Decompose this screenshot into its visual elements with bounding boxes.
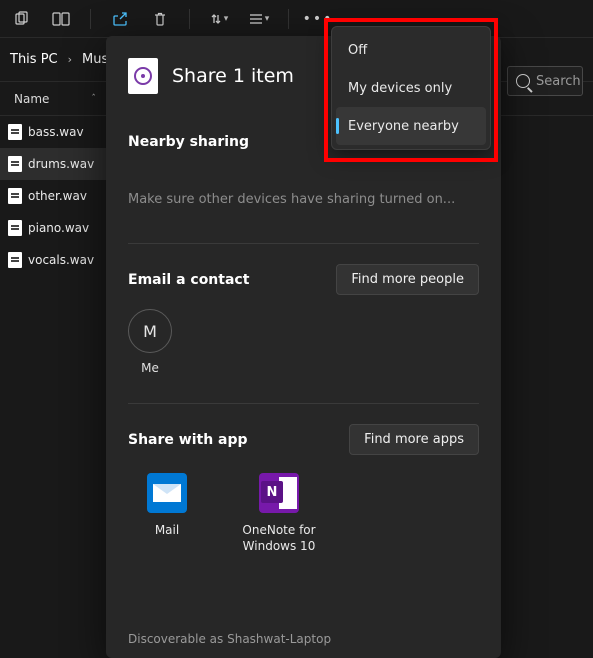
onenote-icon: N xyxy=(259,473,299,513)
find-more-apps-button[interactable]: Find more apps xyxy=(349,424,479,455)
breadcrumb-item[interactable]: This PC xyxy=(10,52,58,67)
column-name-header[interactable]: Name xyxy=(14,92,49,106)
file-icon xyxy=(8,188,22,204)
dropdown-item-my-devices[interactable]: My devices only xyxy=(336,69,486,107)
sort-icon[interactable]: ▾ xyxy=(208,8,230,30)
search-input[interactable]: Search xyxy=(507,66,583,96)
contact-me[interactable]: M Me xyxy=(128,309,172,375)
file-item[interactable]: vocals.wav xyxy=(0,244,106,276)
view-icon[interactable]: ▾ xyxy=(248,8,270,30)
file-item[interactable]: bass.wav xyxy=(0,116,106,148)
divider xyxy=(128,403,479,404)
file-icon xyxy=(8,156,22,172)
file-icon xyxy=(8,220,22,236)
app-onenote[interactable]: N OneNote for Windows 10 xyxy=(240,473,318,554)
file-name: piano.wav xyxy=(28,221,89,235)
search-icon xyxy=(516,74,530,88)
file-item[interactable]: other.wav xyxy=(0,180,106,212)
nearby-hint: Make sure other devices have sharing tur… xyxy=(128,192,479,207)
file-list: bass.wav drums.wav other.wav piano.wav v… xyxy=(0,116,106,624)
toolbar-separator xyxy=(90,9,91,29)
search-placeholder: Search xyxy=(536,74,581,89)
file-item[interactable]: drums.wav xyxy=(0,148,106,180)
copy-icon[interactable] xyxy=(10,8,32,30)
toolbar-separator xyxy=(288,9,289,29)
app-label: OneNote for Windows 10 xyxy=(240,523,318,554)
app-label: Mail xyxy=(128,523,206,539)
chevron-down-icon: ▾ xyxy=(265,14,270,24)
toolbar: ▾ ▾ ••• xyxy=(0,0,593,38)
toolbar-separator xyxy=(189,9,190,29)
file-icon xyxy=(8,124,22,140)
file-name: drums.wav xyxy=(28,157,94,171)
layout-icon[interactable] xyxy=(50,8,72,30)
mail-icon xyxy=(147,473,187,513)
file-item[interactable]: piano.wav xyxy=(0,212,106,244)
app-mail[interactable]: Mail xyxy=(128,473,206,554)
dropdown-item-everyone-nearby[interactable]: Everyone nearby xyxy=(336,107,486,145)
discoverable-text: Discoverable as Shashwat-Laptop xyxy=(128,632,331,646)
sort-indicator-icon: ˆ xyxy=(91,94,96,104)
right-pane: Search Share 1 item Nearby sharing Make … xyxy=(106,116,593,624)
share-title: Share 1 item xyxy=(172,65,294,87)
more-icon[interactable]: ••• xyxy=(307,8,329,30)
document-icon xyxy=(128,58,158,94)
nearby-sharing-title: Nearby sharing xyxy=(128,134,249,150)
find-more-people-button[interactable]: Find more people xyxy=(336,264,479,295)
divider xyxy=(128,243,479,244)
chevron-down-icon: ▾ xyxy=(224,14,229,24)
chevron-right-icon: › xyxy=(64,53,76,66)
file-icon xyxy=(8,252,22,268)
email-contact-title: Email a contact xyxy=(128,272,249,288)
file-name: bass.wav xyxy=(28,125,84,139)
share-icon[interactable] xyxy=(109,8,131,30)
file-name: vocals.wav xyxy=(28,253,94,267)
nearby-sharing-dropdown: Off My devices only Everyone nearby xyxy=(331,26,491,150)
contact-label: Me xyxy=(128,361,172,375)
main-area: bass.wav drums.wav other.wav piano.wav v… xyxy=(0,116,593,624)
delete-icon[interactable] xyxy=(149,8,171,30)
avatar: M xyxy=(128,309,172,353)
dropdown-item-off[interactable]: Off xyxy=(336,31,486,69)
share-with-app-title: Share with app xyxy=(128,432,248,448)
file-name: other.wav xyxy=(28,189,87,203)
